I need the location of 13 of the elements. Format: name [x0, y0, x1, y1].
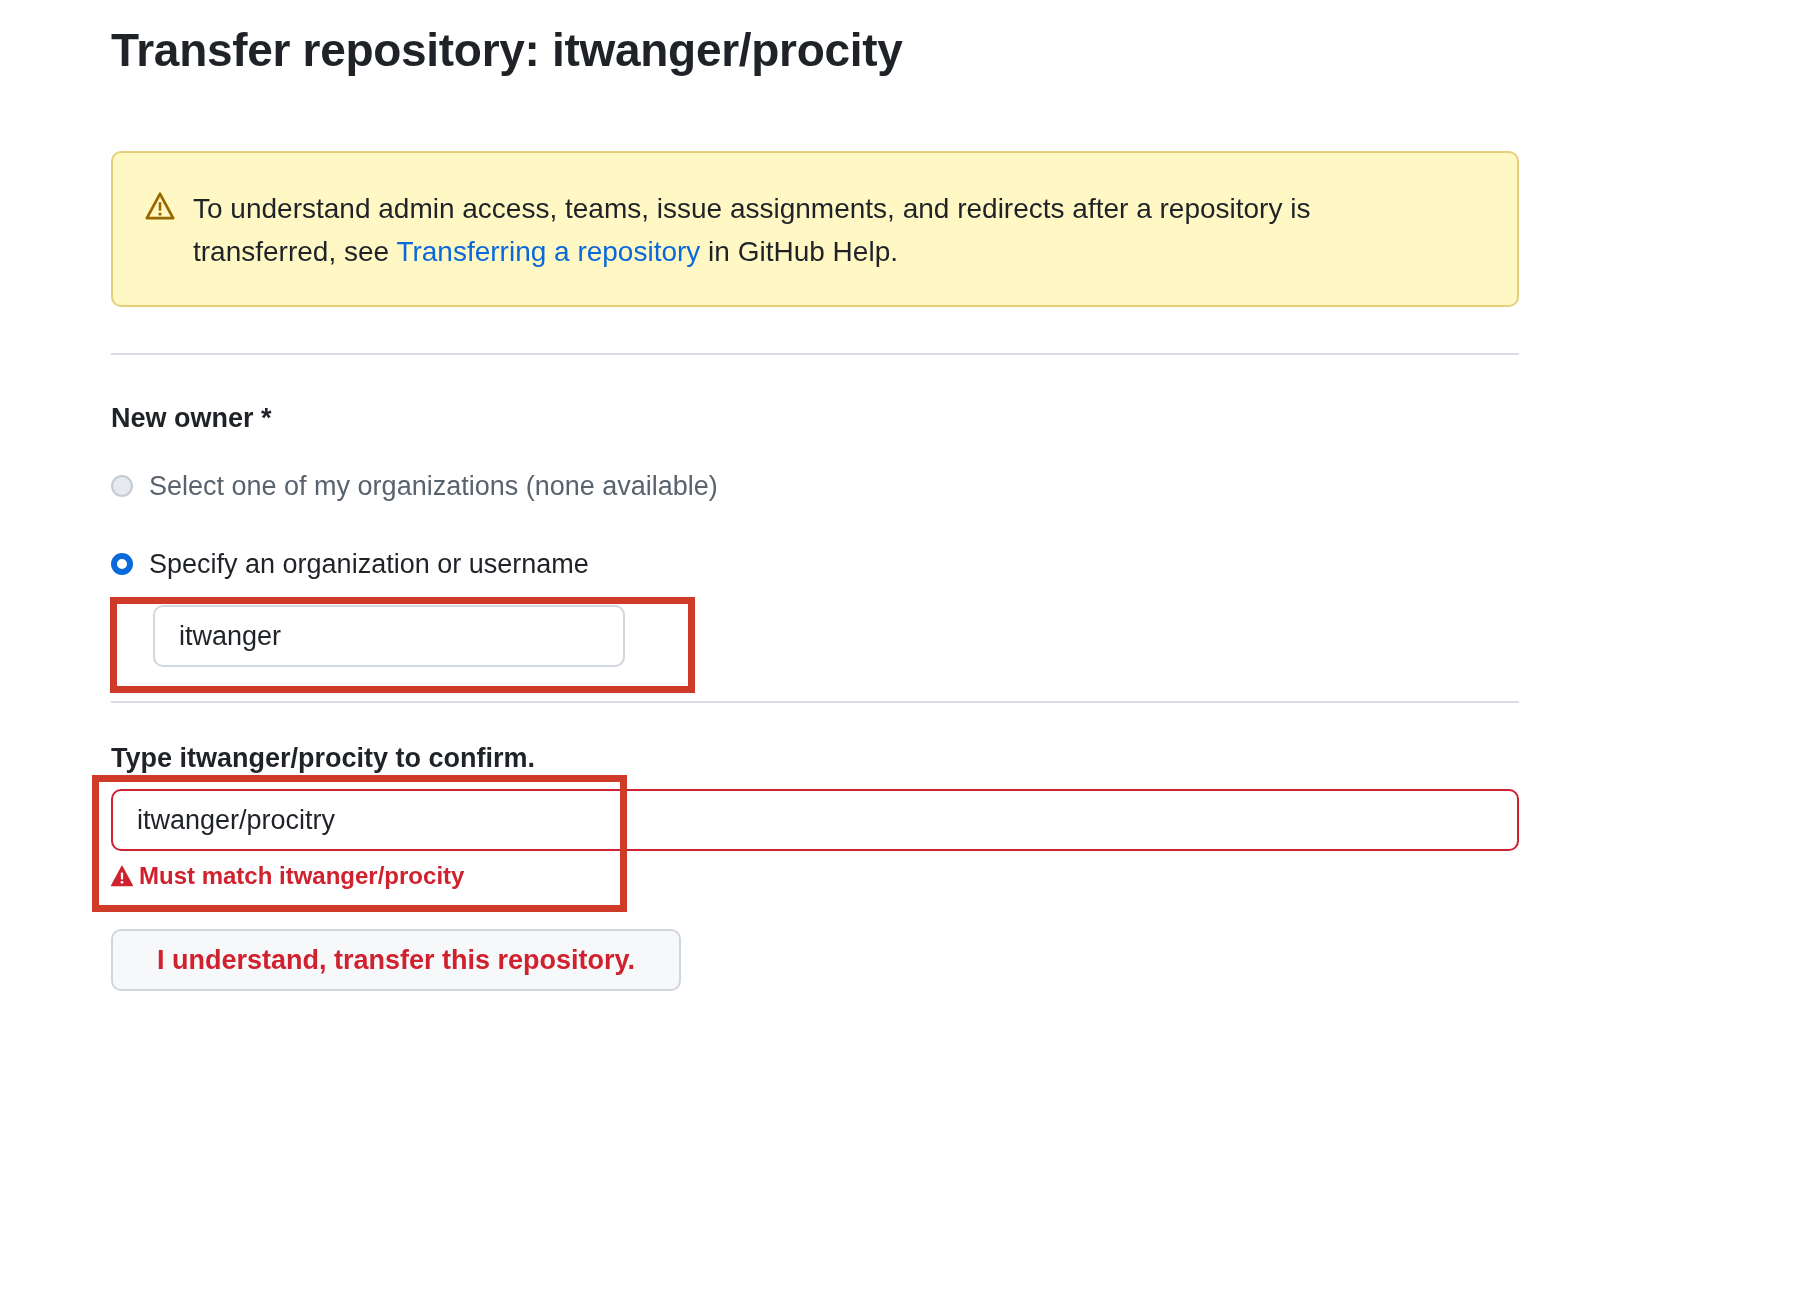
transfer-button[interactable]: I understand, transfer this repository. — [111, 929, 681, 991]
field-label: New owner * — [111, 402, 273, 435]
radio-label[interactable]: Specify an organization or username — [149, 547, 589, 581]
page-title: Transfer repository: itwanger/procity — [111, 23, 904, 78]
help-link[interactable]: Transferring a repository — [396, 236, 701, 267]
owner-input[interactable]: itwanger — [153, 605, 625, 667]
notice-text: To understand admin access, teams, issue assignments, and redirects after a repository is transferred, see Transferring a repository in GitHub Help. — [193, 192, 1312, 269]
warning-icon — [145, 191, 175, 221]
error-message: Must match itwanger/procity — [139, 861, 465, 891]
radio-button[interactable] — [111, 553, 133, 575]
alert-icon — [111, 865, 133, 887]
field-label: Type itwanger/procity to confirm. — [111, 742, 537, 775]
confirm-input[interactable]: itwanger/procitry — [111, 789, 1519, 851]
